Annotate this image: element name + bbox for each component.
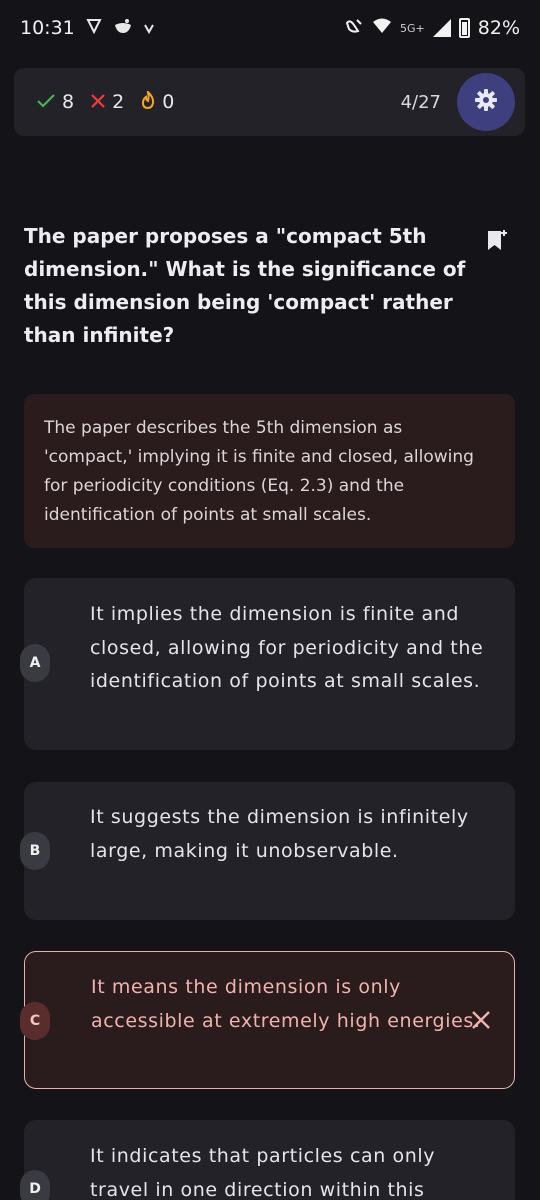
bookmark-add-icon[interactable] (486, 228, 508, 256)
option-b-text: It suggests the dimension is infinitely … (90, 806, 469, 862)
call-icon (344, 17, 364, 40)
option-c-text: It means the dimension is only accessibl… (91, 976, 481, 1032)
explanation-box: The paper describes the 5th dimension as… (24, 394, 515, 548)
clock: 10:31 (20, 17, 75, 39)
option-b-letter: B (20, 832, 50, 870)
option-b[interactable]: It suggests the dimension is infinitely … (24, 782, 515, 920)
option-a-text: It implies the dimension is finite and c… (90, 603, 484, 692)
settings-button[interactable] (457, 73, 515, 131)
option-a-letter: A (20, 644, 50, 682)
score-bar: 8 2 0 4/27 (14, 68, 525, 136)
status-right: 5G+ 82% (344, 17, 520, 40)
correct-count-value: 8 (62, 91, 75, 113)
wrong-count: 2 (90, 90, 124, 114)
option-c[interactable]: It means the dimension is only accessibl… (24, 951, 515, 1089)
option-d[interactable]: It indicates that particles can only tra… (24, 1120, 515, 1200)
wifi-icon (372, 17, 392, 40)
streak-count: 0 (140, 88, 175, 114)
flame-icon (140, 88, 156, 114)
app-notification-icon (113, 17, 133, 39)
signal-icon (432, 19, 451, 37)
network-type: 5G+ (400, 21, 425, 35)
correct-count: 8 (36, 90, 74, 114)
streak-count-value: 0 (162, 91, 175, 113)
option-d-text: It indicates that particles can only tra… (90, 1145, 436, 1200)
wrong-count-value: 2 (112, 91, 125, 113)
status-left: 10:31 (20, 17, 155, 39)
status-bar: 10:31 5G+ 82% (0, 0, 540, 56)
battery-icon (458, 18, 470, 38)
vpn-icon (85, 17, 103, 39)
battery-level: 82% (477, 17, 520, 39)
question-progress: 4/27 (400, 91, 441, 113)
gear-icon (474, 88, 498, 116)
option-c-letter: C (20, 1002, 50, 1040)
explanation-text: The paper describes the 5th dimension as… (44, 418, 474, 525)
heart-notification-icon (143, 19, 155, 38)
question-text: The paper proposes a "compact 5th dimens… (24, 224, 466, 347)
option-a[interactable]: It implies the dimension is finite and c… (24, 578, 515, 750)
option-d-letter: D (20, 1170, 50, 1200)
check-icon (36, 90, 56, 114)
close-icon (470, 1009, 492, 1035)
cross-icon (90, 90, 106, 114)
